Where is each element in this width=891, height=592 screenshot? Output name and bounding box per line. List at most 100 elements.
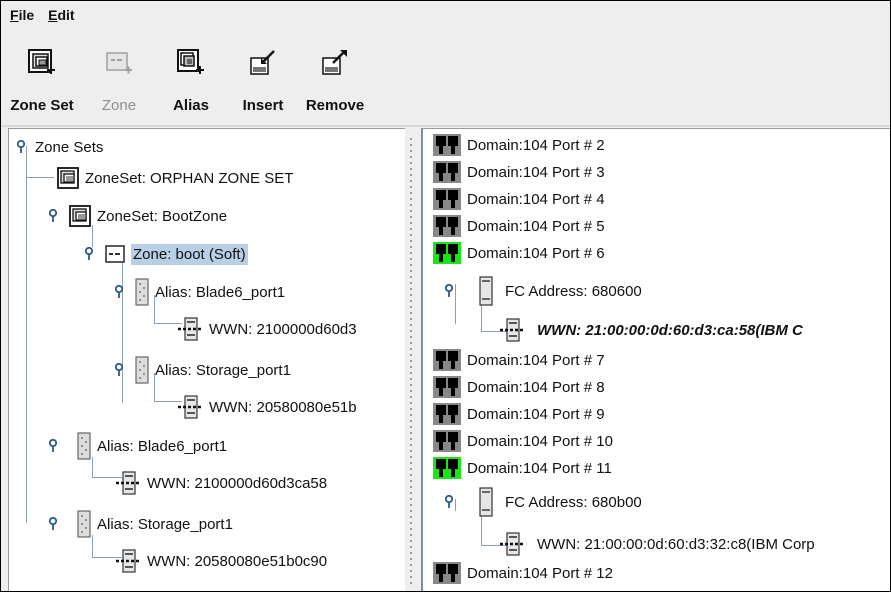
tree-expanded-icon[interactable] xyxy=(445,495,459,509)
tree-node-port-9[interactable]: Domain:104 Port # 9 xyxy=(433,401,605,427)
alias-button[interactable]: Alias xyxy=(155,39,227,125)
tree-label: Domain:104 Port # 9 xyxy=(467,405,605,423)
tree-node-port-2[interactable]: Domain:104 Port # 2 xyxy=(433,132,605,158)
tree-node-wwn-6[interactable]: WWN: 21:00:00:0d:60:d3:ca:58(IBM C xyxy=(499,317,803,343)
remove-label: Remove xyxy=(305,97,365,114)
port-icon xyxy=(433,562,461,584)
tree-expanded-icon[interactable] xyxy=(445,284,459,298)
zoneset-icon xyxy=(69,205,91,227)
alias-device-icon xyxy=(135,356,149,384)
port-icon xyxy=(433,430,461,452)
tree-label: ZoneSet: ORPHAN ZONE SET xyxy=(85,169,294,187)
tree-node-wwn-storage[interactable]: WWN: 20580080e51b0c90 xyxy=(115,548,327,574)
wwn-port-icon xyxy=(500,318,524,342)
fc-device-icon xyxy=(479,276,493,306)
insert-label: Insert xyxy=(242,97,284,114)
tree-label: Domain:104 Port # 6 xyxy=(467,244,605,262)
zoneset-icon xyxy=(57,167,79,189)
alias-device-icon xyxy=(77,510,91,538)
tree-label: Alias: Storage_port1 xyxy=(97,515,233,533)
port-icon xyxy=(433,161,461,183)
wwn-port-icon xyxy=(116,471,140,495)
tree-node-port-4[interactable]: Domain:104 Port # 4 xyxy=(433,186,605,212)
wwn-port-icon xyxy=(178,395,202,419)
split-pane-divider[interactable] xyxy=(405,128,421,591)
fabric-port-tree[interactable]: Domain:104 Port # 2 Domain:104 Port # 3 Do… xyxy=(421,128,890,591)
zone-icon xyxy=(106,52,132,74)
tree-node-zone-boot[interactable]: Zone: boot (Soft) xyxy=(85,241,248,267)
port-icon xyxy=(433,349,461,371)
tree-node-alias-blade[interactable]: Alias: Blade6_port1 xyxy=(49,432,228,460)
tree-node-port-11[interactable]: Domain:104 Port # 11 xyxy=(433,455,612,481)
remove-button[interactable]: Remove xyxy=(299,39,371,125)
menu-bar: File Edit xyxy=(1,1,890,37)
tree-node-wwn-11[interactable]: WWN: 21:00:00:0d:60:d3:32:c8(IBM Corp xyxy=(499,531,815,557)
tree-label: Alias: Blade6_port1 xyxy=(97,437,228,455)
tree-label: Domain:104 Port # 12 xyxy=(467,564,613,582)
zone-label: Zone xyxy=(101,97,137,114)
tree-label: WWN: 21:00:00:0d:60:d3:ca:58(IBM C xyxy=(537,321,803,339)
zoning-window: File Edit Zone Set Zone Alias Insert Rem… xyxy=(0,0,891,592)
tree-node-port-3[interactable]: Domain:104 Port # 3 xyxy=(433,159,605,185)
port-icon xyxy=(433,403,461,425)
tree-node-port-8[interactable]: Domain:104 Port # 8 xyxy=(433,374,605,400)
menu-file[interactable]: File xyxy=(10,7,34,23)
menu-file-mnemonic: F xyxy=(10,7,19,23)
tree-label: FC Address: 680b00 xyxy=(505,493,642,511)
port-icon xyxy=(433,188,461,210)
port-icon xyxy=(433,242,461,264)
tree-node-fc-address-11[interactable]: FC Address: 680b00 xyxy=(445,487,642,517)
zone-icon xyxy=(105,245,125,263)
menu-edit[interactable]: Edit xyxy=(48,7,74,23)
zone-set-button[interactable]: Zone Set xyxy=(1,39,83,125)
tree-label: Domain:104 Port # 8 xyxy=(467,378,605,396)
tree-expanded-icon[interactable] xyxy=(85,247,99,261)
alias-device-icon xyxy=(135,278,149,306)
insert-button[interactable]: Insert xyxy=(227,39,299,125)
tree-node-orphan-zoneset[interactable]: ZoneSet: ORPHAN ZONE SET xyxy=(57,165,293,191)
tree-label: Zone Sets xyxy=(35,138,104,156)
wwn-port-icon xyxy=(178,317,202,341)
toolbar-separator xyxy=(1,125,890,127)
remove-icon xyxy=(322,50,347,75)
tree-node-port-10[interactable]: Domain:104 Port # 10 xyxy=(433,428,613,454)
tree-node-alias-storage[interactable]: Alias: Storage_port1 xyxy=(49,510,233,538)
tree-label: WWN: 20580080e51b0c90 xyxy=(147,552,328,570)
tree-label: Domain:104 Port # 10 xyxy=(467,432,613,450)
fc-device-icon xyxy=(479,487,493,517)
tree-node-alias-blade-nested[interactable]: Alias: Blade6_port1 xyxy=(115,278,285,306)
tree-label: Domain:104 Port # 7 xyxy=(467,351,605,369)
tree-expanded-icon[interactable] xyxy=(115,285,129,299)
tree-label: ZoneSet: BootZone xyxy=(97,207,228,225)
tree-label: Domain:104 Port # 2 xyxy=(467,136,605,154)
alias-label: Alias xyxy=(173,97,209,114)
tree-label: WWN: 2100000d60d3 xyxy=(209,320,357,338)
tree-node-port-7[interactable]: Domain:104 Port # 7 xyxy=(433,347,605,373)
tree-node-port-6[interactable]: Domain:104 Port # 6 xyxy=(433,240,605,266)
tree-node-port-5[interactable]: Domain:104 Port # 5 xyxy=(433,213,605,239)
tree-expanded-icon[interactable] xyxy=(17,140,31,154)
zone-button[interactable]: Zone xyxy=(83,39,155,125)
zone-set-tree[interactable]: Zone Sets ZoneSet: ORPHAN ZONE SET ZoneS… xyxy=(8,128,405,591)
tree-expanded-icon[interactable] xyxy=(49,517,63,531)
tree-label: Domain:104 Port # 11 xyxy=(467,459,612,477)
tree-label: Alias: Storage_port1 xyxy=(155,361,291,379)
tree-node-zone-sets[interactable]: Zone Sets xyxy=(17,134,103,160)
tree-node-bootzone[interactable]: ZoneSet: BootZone xyxy=(49,203,227,229)
port-icon xyxy=(433,134,461,156)
tree-node-fc-address-6[interactable]: FC Address: 680600 xyxy=(445,276,642,306)
tree-node-alias-storage-nested[interactable]: Alias: Storage_port1 xyxy=(115,356,291,384)
tree-expanded-icon[interactable] xyxy=(115,363,129,377)
tree-node-port-12[interactable]: Domain:104 Port # 12 xyxy=(433,560,613,586)
menu-edit-label: dit xyxy=(57,7,75,23)
tree-expanded-icon[interactable] xyxy=(49,209,63,223)
toolbar: Zone Set Zone Alias Insert Remove xyxy=(1,39,491,125)
menu-file-label: ile xyxy=(18,7,35,23)
tree-expanded-icon[interactable] xyxy=(49,439,63,453)
tree-label: WWN: 20580080e51b xyxy=(209,398,357,416)
tree-label: Zone: boot (Soft) xyxy=(131,243,248,265)
wwn-port-icon xyxy=(116,549,140,573)
tree-node-wwn-blade-nested[interactable]: WWN: 2100000d60d3 xyxy=(177,316,357,342)
tree-node-wwn-blade[interactable]: WWN: 2100000d60d3ca58 xyxy=(115,470,327,496)
tree-node-wwn-storage-nested[interactable]: WWN: 20580080e51b xyxy=(177,394,357,420)
